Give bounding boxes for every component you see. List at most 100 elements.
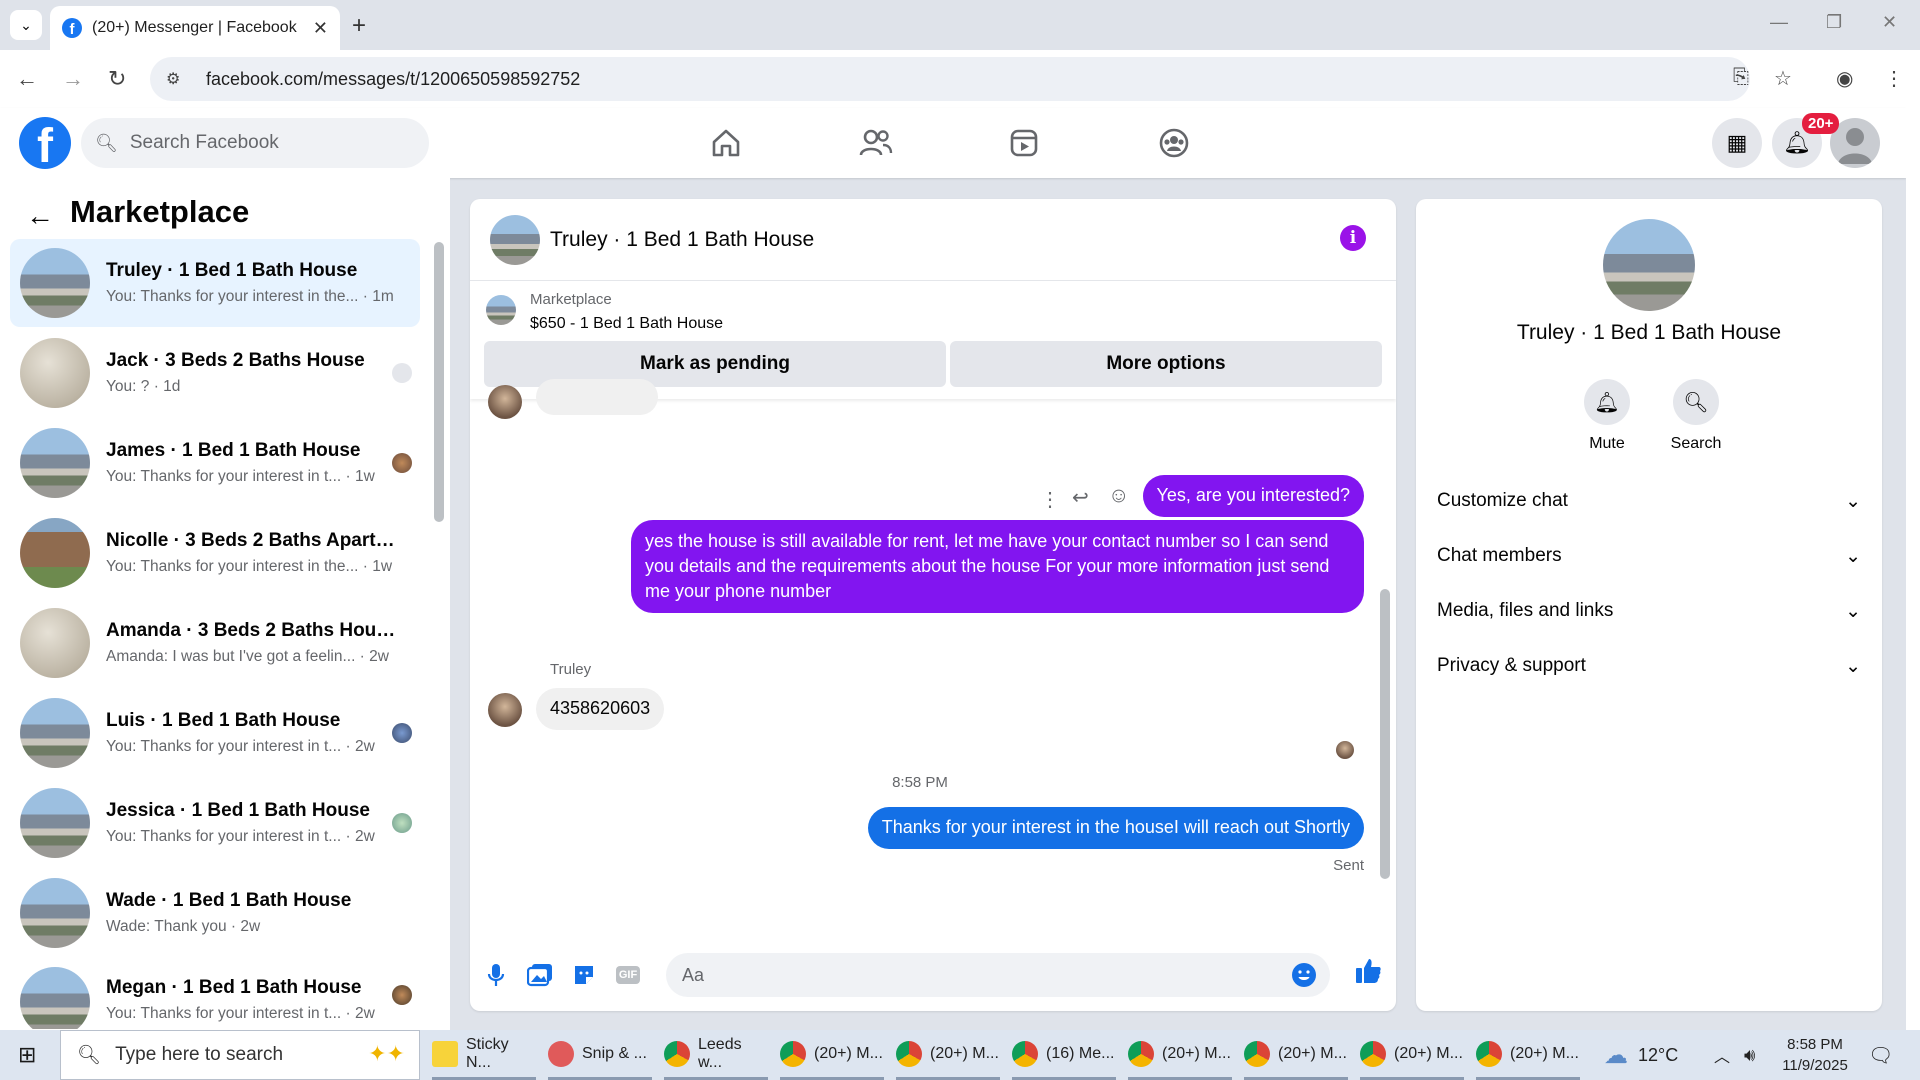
more-options-button[interactable]: More options — [950, 341, 1382, 387]
weather-widget[interactable]: ☁ 12°C — [1604, 1030, 1678, 1080]
windows-start-icon[interactable]: ⊞ — [18, 1042, 36, 1068]
chat-scrollbar[interactable] — [1380, 411, 1390, 931]
emoji-icon[interactable] — [1292, 963, 1316, 987]
sender-avatar[interactable] — [488, 693, 522, 727]
facebook-header: f 🔍︎ Search Facebook ▦ 🔔︎ — [0, 108, 1906, 178]
conversation-item[interactable]: Truley · 1 Bed 1 Bath House You: Thanks f… — [10, 239, 420, 327]
sidebar-scrollbar[interactable] — [434, 242, 444, 522]
bookmark-star-icon[interactable]: ☆ — [1774, 66, 1792, 91]
message-bubble-received[interactable]: 4358620603 — [536, 688, 665, 730]
tray-chevron-up-icon[interactable]: ︿ — [1714, 1030, 1730, 1080]
privacy-support-row[interactable]: Privacy & support ⌄ — [1437, 646, 1861, 686]
back-arrow-icon[interactable]: ← — [26, 200, 54, 232]
photo-icon[interactable] — [526, 961, 554, 989]
sparkle-icon: ✦✦ — [368, 1041, 405, 1066]
home-icon[interactable] — [708, 125, 744, 161]
close-window-icon[interactable]: ✕ — [1882, 12, 1897, 33]
notification-center-icon[interactable]: 🗨︎ — [1868, 1030, 1893, 1080]
taskbar-app-label: Leeds w... — [698, 1035, 742, 1071]
browser-tab-messenger[interactable]: f (20+) Messenger | Facebook ✕ — [50, 6, 340, 50]
taskbar-app-chrome[interactable]: (20+) M... — [1476, 1030, 1580, 1080]
conversation-item[interactable]: Nicolle · 3 Beds 2 Baths Apartm... You: T… — [10, 509, 420, 597]
conversation-preview: You: Thanks for your interest in t... · … — [106, 738, 375, 755]
groups-icon[interactable] — [1156, 125, 1192, 161]
taskbar-search-input[interactable]: 🔍︎ Type here to search ✦✦ — [60, 1030, 420, 1080]
message-bubble-sent[interactable]: Thanks for your interest in the houseI w… — [867, 807, 1364, 849]
url-bar[interactable]: ⚙ facebook.com/messages/t/12006505985927… — [150, 57, 1750, 101]
conversation-item[interactable]: Luis · 1 Bed 1 Bath House You: Thanks for… — [10, 689, 420, 777]
sender-name: Truley — [550, 661, 592, 678]
chat-avatar[interactable] — [490, 215, 540, 265]
conversation-preview: You: Thanks for your interest in t... · … — [106, 468, 375, 485]
taskbar-app-chrome[interactable]: (16) Me... — [1012, 1030, 1116, 1080]
minimize-icon[interactable]: — — [1770, 12, 1788, 33]
chrome-icon — [1476, 1040, 1502, 1067]
back-icon[interactable]: ← — [16, 66, 38, 92]
taskbar-app-chrome[interactable]: Leeds w... — [664, 1030, 768, 1080]
listing-thumbnail[interactable] — [486, 295, 516, 325]
taskbar-app-chrome[interactable]: (20+) M... — [1360, 1030, 1464, 1080]
gif-icon[interactable]: GIF — [614, 961, 642, 989]
reply-icon[interactable]: ↩ — [1072, 485, 1089, 510]
reels-icon[interactable] — [1006, 125, 1042, 161]
search-label: Search — [1670, 435, 1722, 452]
message-bubble-sent[interactable]: yes the house is still available for ren… — [631, 520, 1364, 613]
message-more-icon[interactable]: ⋮ — [1040, 487, 1060, 512]
conversation-item[interactable]: Wade · 1 Bed 1 Bath House Wade: Thank you… — [10, 869, 420, 957]
details-avatar[interactable] — [1603, 219, 1695, 311]
media-files-links-row[interactable]: Media, files and links ⌄ — [1437, 591, 1861, 631]
chrome-icon — [896, 1040, 922, 1067]
taskbar-app-chrome[interactable]: (20+) M... — [780, 1030, 884, 1080]
new-tab-button[interactable]: + — [352, 12, 366, 40]
taskbar-app-chrome[interactable]: (20+) M... — [896, 1030, 1000, 1080]
sticker-icon[interactable] — [570, 961, 598, 989]
profile-icon[interactable]: ◉ — [1836, 66, 1853, 91]
volume-icon[interactable]: 🔊︎ — [1744, 1030, 1755, 1080]
conversation-item[interactable]: Megan · 1 Bed 1 Bath House You: Thanks fo… — [10, 959, 420, 1029]
read-receipt-avatar — [1336, 741, 1354, 759]
taskbar-app-chrome[interactable]: (20+) M... — [1244, 1030, 1348, 1080]
taskbar-app-snip[interactable]: Snip & ... — [548, 1030, 652, 1080]
conversation-item[interactable]: Amanda · 3 Beds 2 Baths House Amanda: I w… — [10, 599, 420, 687]
browser-menu-icon[interactable]: ⋮ — [1884, 66, 1904, 91]
listing-title[interactable]: $650 - 1 Bed 1 Bath House — [530, 315, 723, 333]
facebook-logo-icon[interactable]: f — [19, 117, 71, 169]
message-input[interactable]: Aa — [666, 953, 1330, 997]
taskbar-app-chrome[interactable]: (20+) M... — [1128, 1030, 1232, 1080]
taskbar-app-sticky-notes[interactable]: Sticky N... — [432, 1030, 536, 1080]
page-scrollbar[interactable] — [1906, 108, 1920, 1030]
info-icon[interactable]: i — [1340, 225, 1366, 251]
react-smiley-icon[interactable]: ☺ — [1108, 484, 1129, 508]
conversation-thumbnail — [20, 518, 90, 588]
mute-button[interactable]: 🔔︎ Mute — [1567, 379, 1647, 453]
site-info-icon[interactable]: ⚙ — [166, 69, 192, 89]
message-bubble-received-partial[interactable] — [536, 379, 658, 415]
conversation-item[interactable]: Jessica · 1 Bed 1 Bath House You: Thanks … — [10, 779, 420, 867]
system-clock[interactable]: 8:58 PM 11/9/2025 — [1770, 1034, 1860, 1076]
conversation-item[interactable]: James · 1 Bed 1 Bath House You: Thanks fo… — [10, 419, 420, 507]
reload-icon[interactable]: ↻ — [108, 66, 126, 92]
conversation-preview: You: ? · 1d — [106, 378, 181, 395]
conversation-preview: Amanda: I was but I've got a feelin... ·… — [106, 648, 389, 665]
chat-title[interactable]: Truley · 1 Bed 1 Bath House — [550, 228, 814, 252]
chat-members-row[interactable]: Chat members ⌄ — [1437, 536, 1861, 576]
conversation-item[interactable]: Jack · 3 Beds 2 Baths House You: ? · 1d — [10, 329, 420, 417]
menu-grid-icon[interactable]: ▦ — [1712, 118, 1762, 168]
facebook-search-input[interactable]: 🔍︎ Search Facebook — [81, 118, 429, 168]
seen-by-avatar — [392, 813, 412, 833]
sidebar-title: Marketplace — [70, 194, 250, 229]
chat-panel: Truley · 1 Bed 1 Bath House i Marketplac… — [470, 199, 1396, 1011]
customize-chat-row[interactable]: Customize chat ⌄ — [1437, 481, 1861, 521]
close-tab-icon[interactable]: ✕ — [313, 18, 328, 39]
install-app-icon[interactable]: ⎘ — [1733, 66, 1749, 89]
restore-icon[interactable]: ❐ — [1826, 12, 1842, 33]
microphone-icon[interactable] — [482, 961, 510, 989]
search-conversation-button[interactable]: 🔍︎ Search — [1656, 379, 1736, 453]
like-thumb-icon[interactable] — [1354, 957, 1382, 985]
row-label: Privacy & support — [1437, 655, 1586, 676]
friends-icon[interactable] — [858, 125, 894, 161]
message-bubble-sent[interactable]: Yes, are you interested? — [1142, 475, 1364, 517]
weather-temp: 12°C — [1638, 1044, 1679, 1065]
forward-icon[interactable]: → — [62, 66, 84, 92]
tab-search-button[interactable]: ⌄ — [10, 10, 42, 40]
